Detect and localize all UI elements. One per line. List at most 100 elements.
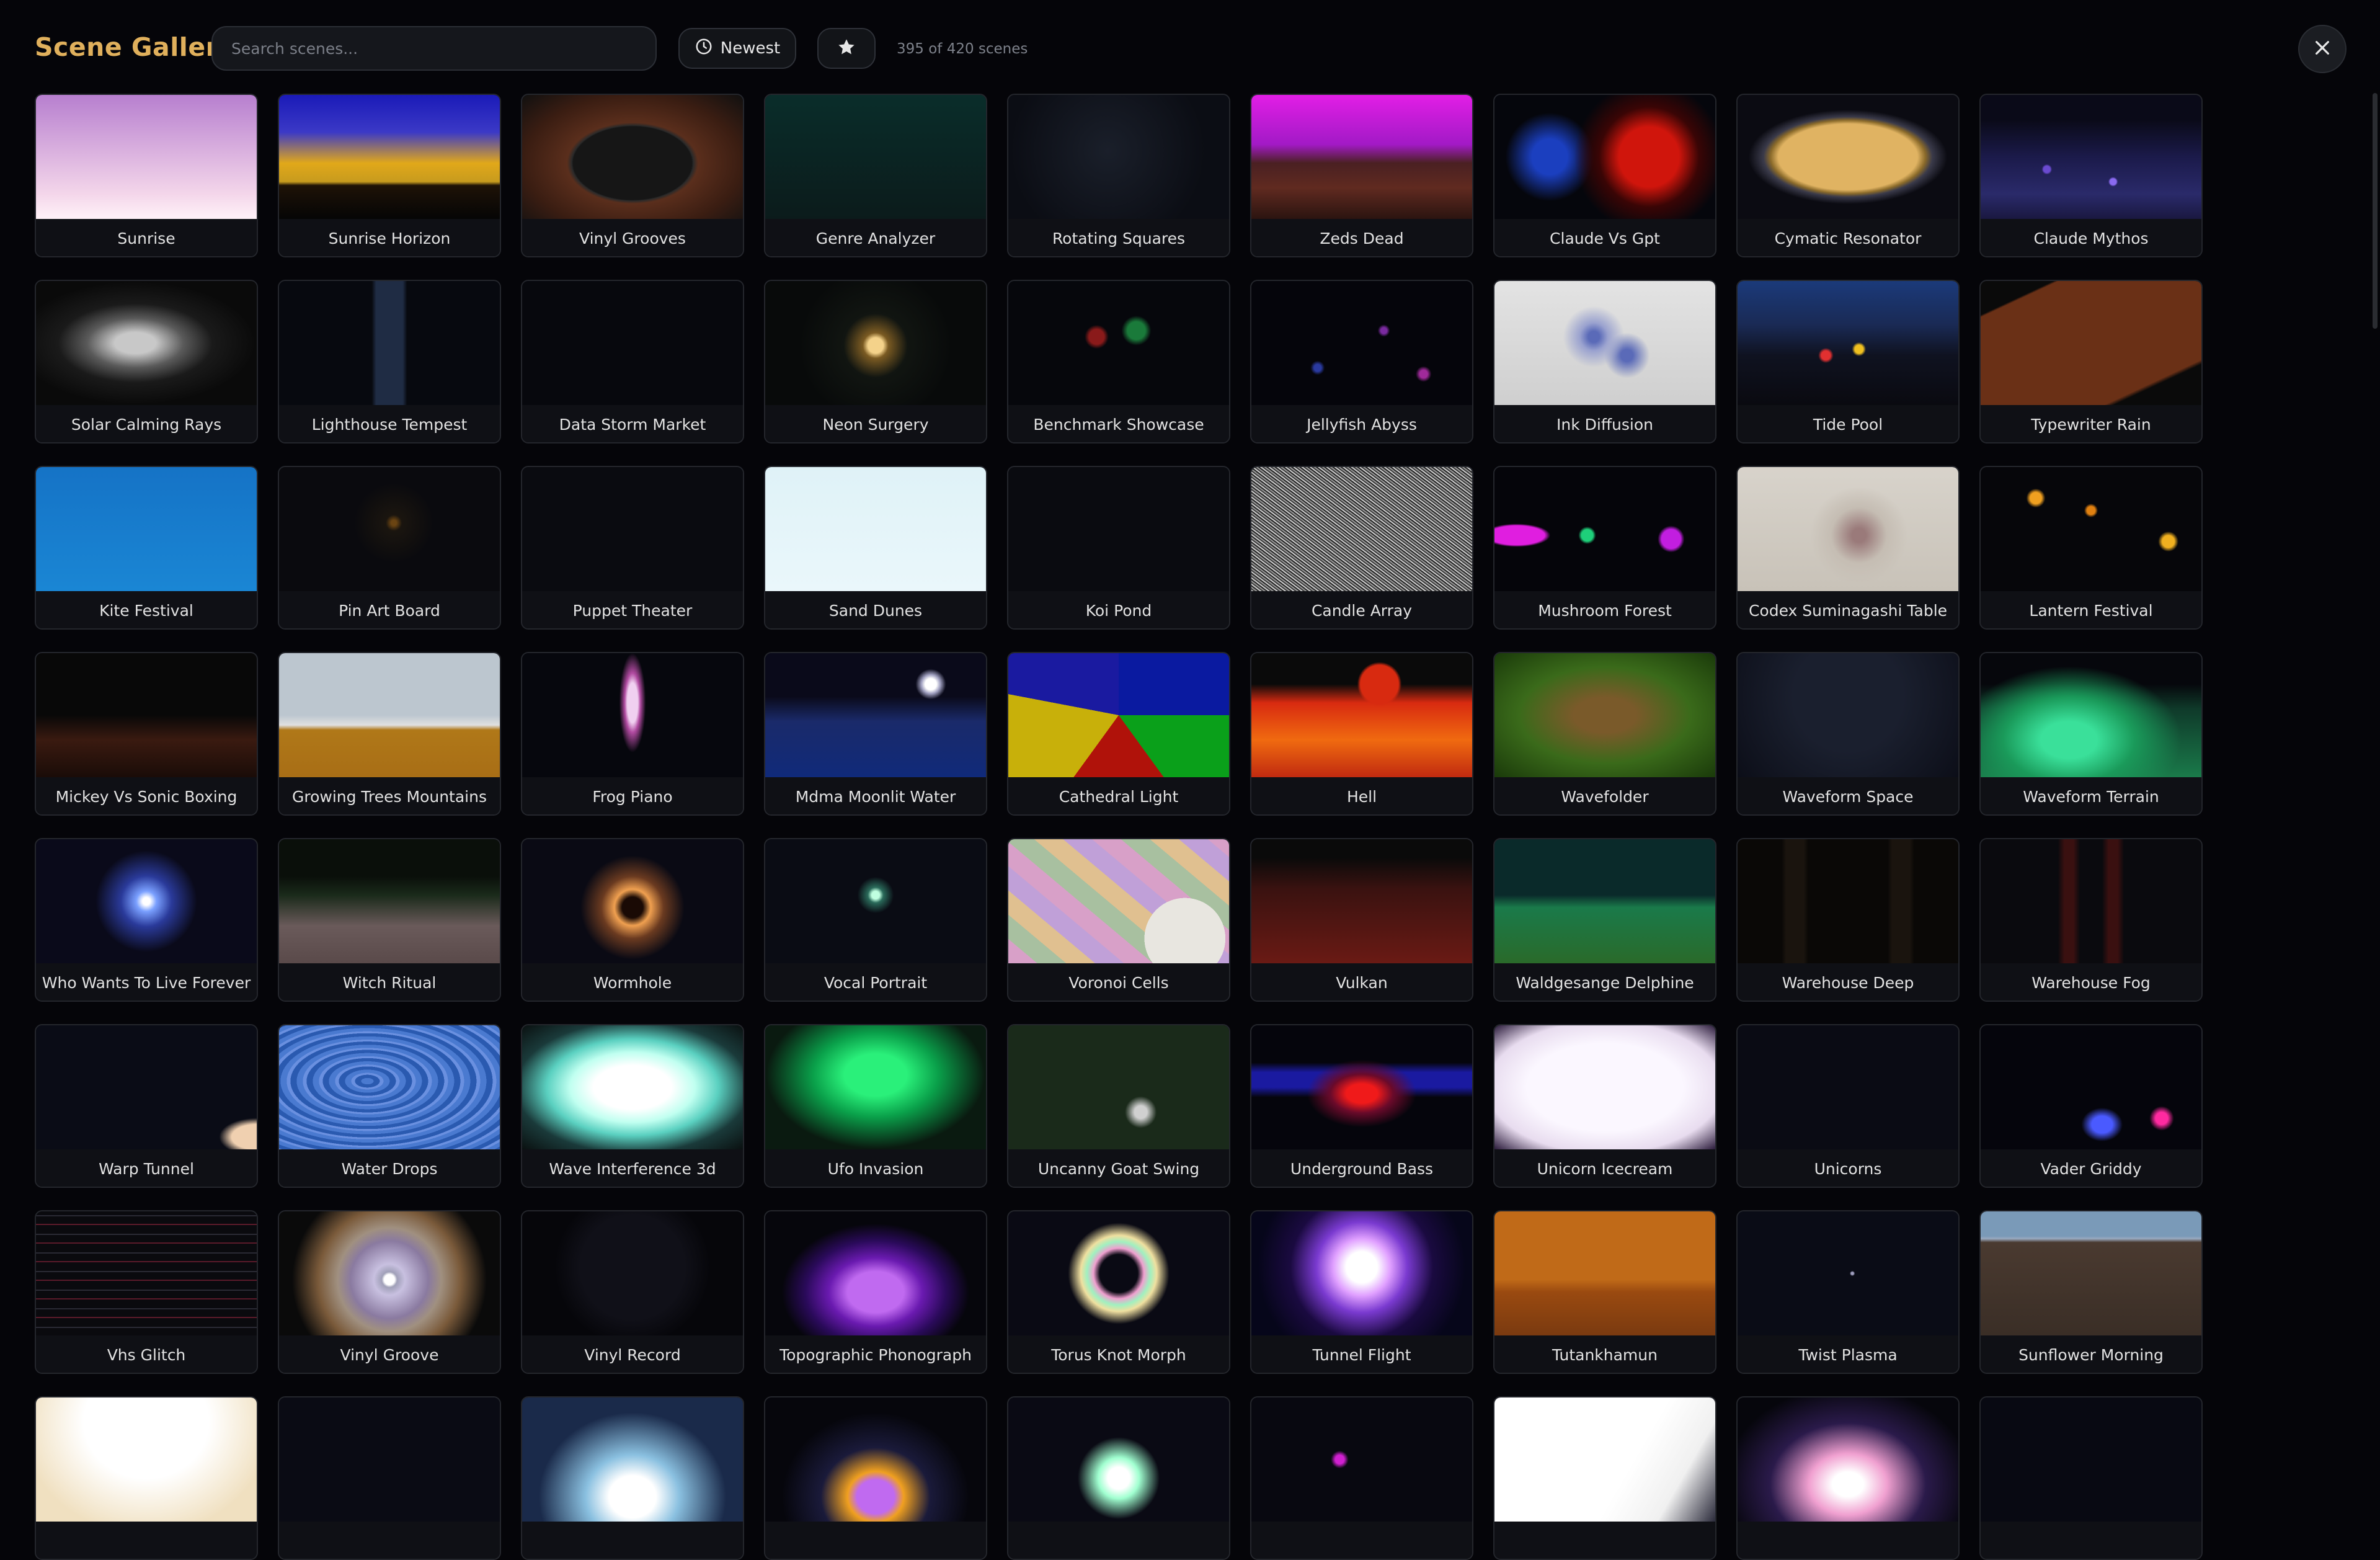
scene-name: Lighthouse Tempest: [279, 405, 500, 442]
scene-card[interactable]: Topographic Phonograph: [764, 1210, 987, 1374]
scene-card[interactable]: Frog Piano: [521, 652, 744, 816]
scene-name: Lantern Festival: [1981, 591, 2201, 628]
scene-card[interactable]: Mushroom Forest: [1493, 466, 1716, 630]
scene-card[interactable]: Warehouse Fog: [1979, 838, 2203, 1002]
scrollbar[interactable]: [2373, 93, 2378, 1487]
scene-card[interactable]: Benchmark Showcase: [1007, 280, 1230, 443]
scene-name: Mickey Vs Sonic Boxing: [36, 777, 257, 814]
scene-card[interactable]: Ink Diffusion: [1493, 280, 1716, 443]
scene-thumbnail: [1738, 839, 1958, 963]
scene-thumbnail: [1251, 1397, 1472, 1522]
scene-card[interactable]: Claude Mythos: [1979, 94, 2203, 257]
scene-card[interactable]: Cathedral Light: [1007, 652, 1230, 816]
scene-card[interactable]: Tunnel Flight: [1250, 1210, 1473, 1374]
scene-card[interactable]: Wavefolder: [1493, 652, 1716, 816]
scene-card[interactable]: Voronoi Cells: [1007, 838, 1230, 1002]
scene-card[interactable]: [35, 1396, 258, 1560]
scene-card[interactable]: Waldgesange Delphine: [1493, 838, 1716, 1002]
scene-card[interactable]: Data Storm Market: [521, 280, 744, 443]
scene-name: Who Wants To Live Forever: [36, 963, 257, 1001]
scene-card[interactable]: Underground Bass: [1250, 1024, 1473, 1188]
scene-card[interactable]: [1979, 1396, 2203, 1560]
scene-card[interactable]: Vinyl Record: [521, 1210, 744, 1374]
search-input[interactable]: [211, 26, 657, 71]
scene-card[interactable]: Lighthouse Tempest: [278, 280, 501, 443]
scene-card[interactable]: Puppet Theater: [521, 466, 744, 630]
scene-card[interactable]: Wormhole: [521, 838, 744, 1002]
scene-card[interactable]: Codex Suminagashi Table: [1736, 466, 1960, 630]
scene-thumbnail: [1981, 839, 2201, 963]
scene-card[interactable]: Vader Griddy: [1979, 1024, 2203, 1188]
scene-card[interactable]: Sunflower Morning: [1979, 1210, 2203, 1374]
scene-thumbnail: [36, 95, 257, 219]
scene-thumbnail: [279, 95, 500, 219]
scene-card[interactable]: Typewriter Rain: [1979, 280, 2203, 443]
scene-thumbnail: [765, 1025, 986, 1149]
scene-card[interactable]: Waveform Terrain: [1979, 652, 2203, 816]
scene-card[interactable]: [1250, 1396, 1473, 1560]
scene-card[interactable]: Genre Analyzer: [764, 94, 987, 257]
scene-card[interactable]: Vhs Glitch: [35, 1210, 258, 1374]
scene-thumbnail: [522, 653, 743, 777]
close-button[interactable]: [2298, 25, 2347, 73]
scene-card[interactable]: Unicorn Icecream: [1493, 1024, 1716, 1188]
scene-card[interactable]: Jellyfish Abyss: [1250, 280, 1473, 443]
scene-card[interactable]: Vocal Portrait: [764, 838, 987, 1002]
scene-card[interactable]: [1493, 1396, 1716, 1560]
scene-card[interactable]: Torus Knot Morph: [1007, 1210, 1230, 1374]
scene-thumbnail: [279, 281, 500, 405]
scene-card[interactable]: Tutankhamun: [1493, 1210, 1716, 1374]
scene-card[interactable]: Water Drops: [278, 1024, 501, 1188]
scene-card[interactable]: Sand Dunes: [764, 466, 987, 630]
scene-card[interactable]: [1736, 1396, 1960, 1560]
scene-thumbnail: [1008, 1211, 1229, 1335]
scene-card[interactable]: Hell: [1250, 652, 1473, 816]
scene-card[interactable]: Rotating Squares: [1007, 94, 1230, 257]
scene-card[interactable]: Claude Vs Gpt: [1493, 94, 1716, 257]
scene-card[interactable]: Warp Tunnel: [35, 1024, 258, 1188]
scene-card[interactable]: Mickey Vs Sonic Boxing: [35, 652, 258, 816]
scene-thumbnail: [279, 467, 500, 591]
scene-card[interactable]: [521, 1396, 744, 1560]
scene-name: Vader Griddy: [1981, 1149, 2201, 1187]
scene-card[interactable]: Uncanny Goat Swing: [1007, 1024, 1230, 1188]
scene-card[interactable]: Growing Trees Mountains: [278, 652, 501, 816]
scene-card[interactable]: Unicorns: [1736, 1024, 1960, 1188]
scene-card[interactable]: Mdma Moonlit Water: [764, 652, 987, 816]
scene-card[interactable]: Candle Array: [1250, 466, 1473, 630]
favorites-filter-button[interactable]: [817, 28, 876, 69]
scene-name: [1494, 1522, 1715, 1559]
scene-card[interactable]: Vulkan: [1250, 838, 1473, 1002]
scene-card[interactable]: Witch Ritual: [278, 838, 501, 1002]
scene-thumbnail: [1008, 1397, 1229, 1522]
scene-thumbnail: [1008, 653, 1229, 777]
scene-name: Wave Interference 3d: [522, 1149, 743, 1187]
scene-card[interactable]: Vinyl Grooves: [521, 94, 744, 257]
scene-card[interactable]: [278, 1396, 501, 1560]
scene-card[interactable]: Lantern Festival: [1979, 466, 2203, 630]
scene-card[interactable]: Sunrise: [35, 94, 258, 257]
scene-card[interactable]: Waveform Space: [1736, 652, 1960, 816]
scene-card[interactable]: [764, 1396, 987, 1560]
scene-card[interactable]: Ufo Invasion: [764, 1024, 987, 1188]
scene-card[interactable]: Warehouse Deep: [1736, 838, 1960, 1002]
sort-newest-button[interactable]: Newest: [678, 28, 796, 69]
scene-card[interactable]: Zeds Dead: [1250, 94, 1473, 257]
scene-card[interactable]: Koi Pond: [1007, 466, 1230, 630]
scene-card[interactable]: Wave Interference 3d: [521, 1024, 744, 1188]
scene-card[interactable]: Solar Calming Rays: [35, 280, 258, 443]
scene-card[interactable]: Sunrise Horizon: [278, 94, 501, 257]
scene-card[interactable]: Cymatic Resonator: [1736, 94, 1960, 257]
scene-card[interactable]: Vinyl Groove: [278, 1210, 501, 1374]
scene-name: Pin Art Board: [279, 591, 500, 628]
scene-name: Uncanny Goat Swing: [1008, 1149, 1229, 1187]
scene-card[interactable]: Twist Plasma: [1736, 1210, 1960, 1374]
scene-card[interactable]: Tide Pool: [1736, 280, 1960, 443]
scene-card[interactable]: Pin Art Board: [278, 466, 501, 630]
scene-card[interactable]: [1007, 1396, 1230, 1560]
scene-card[interactable]: Kite Festival: [35, 466, 258, 630]
scene-name: [279, 1522, 500, 1559]
scrollbar-thumb[interactable]: [2373, 93, 2378, 329]
scene-card[interactable]: Who Wants To Live Forever: [35, 838, 258, 1002]
scene-card[interactable]: Neon Surgery: [764, 280, 987, 443]
